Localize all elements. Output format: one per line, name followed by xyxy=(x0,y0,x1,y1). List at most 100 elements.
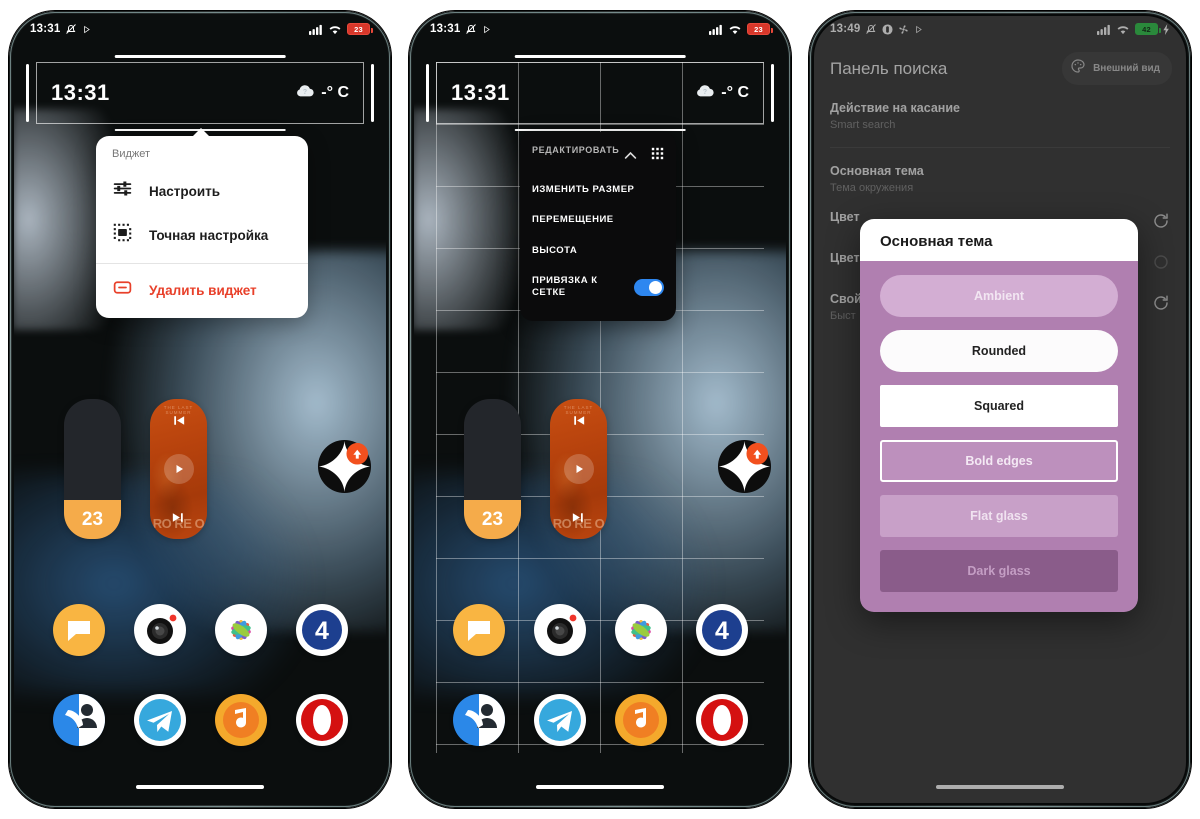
sliders-icon xyxy=(112,178,133,204)
compass-app-icon[interactable] xyxy=(317,439,372,494)
app-grid: 4 xyxy=(12,604,388,784)
svg-text:?: ? xyxy=(303,89,307,96)
theme-option-bold-edges[interactable]: Bold edges xyxy=(880,440,1118,482)
gallery-icon[interactable] xyxy=(214,604,267,656)
theme-option-squared[interactable]: Squared xyxy=(880,385,1118,427)
music-player-widget[interactable]: THE LAST SUMMER RO RE O xyxy=(550,399,607,539)
menu-item-configure[interactable]: Настроить xyxy=(96,169,308,213)
phone-2: 13:31 23 13:31 ? -° C 23 THE LAST SUMMER… xyxy=(400,0,800,819)
play-icon[interactable] xyxy=(163,453,194,484)
edit-menu-item-move[interactable]: ПЕРЕМЕЩЕНИЕ xyxy=(520,205,676,235)
theme-dialog[interactable]: Основная тема Ambient Rounded Squared Bo… xyxy=(860,219,1138,612)
menu-item-delete-widget[interactable]: Удалить виджет xyxy=(96,264,308,318)
phone-3-bezel: 13:49 42 Панель поиска Внешний вид Дейст… xyxy=(809,11,1191,808)
edit-menu-item-resize[interactable]: ИЗМЕНИТЬ РАЗМЕР xyxy=(520,175,676,205)
music-player-widget[interactable]: THE LAST SUMMER RO RE O xyxy=(150,399,207,539)
skip-next-icon[interactable] xyxy=(570,509,587,526)
music-icon[interactable] xyxy=(614,694,667,746)
edit-menu-item-label: ВЫСОТА xyxy=(532,244,578,256)
battery-level-value: 23 xyxy=(464,500,521,539)
minus-box-icon xyxy=(112,277,133,303)
messages-icon[interactable] xyxy=(452,604,505,656)
screenshot-root: 13:31 23 13:31 ? -° C 23 THE LAST SUMMER… xyxy=(0,0,1200,819)
camera-icon[interactable] xyxy=(533,604,586,656)
camera-icon[interactable] xyxy=(133,604,186,656)
messages-icon[interactable] xyxy=(52,604,105,656)
status-bar: 13:31 23 xyxy=(12,14,388,44)
widget-context-menu[interactable]: Виджет Настроить Точная настройка Удалит… xyxy=(96,128,308,318)
edit-menu-item-label: ИЗМЕНИТЬ РАЗМЕР xyxy=(532,184,635,195)
mute-icon xyxy=(65,23,77,35)
edit-menu-item-height[interactable]: ВЫСОТА xyxy=(520,236,676,266)
widget-edit-menu[interactable]: РЕДАКТИРОВАТЬ ИЗМЕНИТЬ РАЗМЕР ПЕРЕМЕЩЕНИ… xyxy=(520,132,676,321)
battery-level-widget[interactable]: 23 xyxy=(64,399,121,539)
skip-previous-icon[interactable] xyxy=(570,412,587,429)
phone-3: 13:49 42 Панель поиска Внешний вид Дейст… xyxy=(800,0,1200,819)
contacts-icon[interactable] xyxy=(452,694,505,746)
popup-title: Виджет xyxy=(112,148,151,160)
settings-screen: 13:49 42 Панель поиска Внешний вид Дейст… xyxy=(812,14,1188,805)
widget-bottom-line xyxy=(514,128,686,131)
phone-3-screen: 13:49 42 Панель поиска Внешний вид Дейст… xyxy=(812,14,1188,805)
mute-icon xyxy=(465,23,477,35)
battery-level-widget[interactable]: 23 xyxy=(464,399,521,539)
skip-previous-icon[interactable] xyxy=(170,412,187,429)
status-bar: 13:31 23 xyxy=(412,14,788,44)
phone-2-bezel: 13:31 23 13:31 ? -° C 23 THE LAST SUMMER… xyxy=(409,11,791,808)
grid-dots-icon[interactable] xyxy=(651,147,664,165)
home-widgets: 23 THE LAST SUMMER RO RE O xyxy=(12,399,388,559)
play-icon[interactable] xyxy=(563,453,594,484)
menu-item-label: Точная настройка xyxy=(149,227,269,243)
theme-option-rounded[interactable]: Rounded xyxy=(880,330,1118,372)
music-icon[interactable] xyxy=(214,694,267,746)
snap-to-grid-toggle[interactable] xyxy=(634,278,664,296)
widget-temperature: -° C xyxy=(721,84,749,101)
signal-icon xyxy=(709,24,723,35)
phone-1-bezel: 13:31 23 13:31 ? -° C 23 THE LAST SUMMER… xyxy=(9,11,391,808)
wifi-icon xyxy=(328,24,342,35)
signal-icon xyxy=(309,24,323,35)
gallery-icon[interactable] xyxy=(614,604,667,656)
opera-icon[interactable] xyxy=(695,694,748,746)
opera-icon[interactable] xyxy=(295,694,348,746)
app-row-1: 4 xyxy=(412,604,788,656)
cloud-question-icon: ? xyxy=(695,84,715,103)
theme-option-ambient[interactable]: Ambient xyxy=(880,275,1118,317)
edit-menu-title: РЕДАКТИРОВАТЬ xyxy=(532,145,620,155)
menu-item-fine-tune[interactable]: Точная настройка xyxy=(96,213,308,257)
edit-menu-item-label: ПРИВЯЗКА К СЕТКЕ xyxy=(532,275,598,299)
menu-item-label: Настроить xyxy=(149,183,221,199)
four-app-icon[interactable]: 4 xyxy=(695,604,748,656)
widget-top-line xyxy=(114,55,286,58)
widget-left-bar xyxy=(26,64,29,122)
home-indicator[interactable] xyxy=(536,785,664,789)
home-indicator[interactable] xyxy=(136,785,264,789)
battery-level-value: 23 xyxy=(64,500,121,539)
wifi-icon xyxy=(728,24,742,35)
telegram-icon[interactable] xyxy=(133,694,186,746)
edit-menu-item-snap-to-grid[interactable]: ПРИВЯЗКА К СЕТКЕ xyxy=(520,266,676,309)
widget-right-bar xyxy=(371,64,374,122)
clock-weather-widget[interactable]: 13:31 ? -° C xyxy=(26,55,374,131)
battery-icon: 23 xyxy=(347,23,374,35)
status-time: 13:31 xyxy=(430,23,461,35)
widget-top-line xyxy=(514,55,686,58)
phone-2-screen: 13:31 23 13:31 ? -° C 23 THE LAST SUMMER… xyxy=(412,14,788,805)
app-grid: 4 xyxy=(412,604,788,784)
theme-option-dark-glass[interactable]: Dark glass xyxy=(880,550,1118,592)
skip-next-icon[interactable] xyxy=(170,509,187,526)
contacts-icon[interactable] xyxy=(52,694,105,746)
chevron-up-icon[interactable] xyxy=(624,147,637,165)
svg-text:?: ? xyxy=(703,89,707,96)
theme-dialog-header: Основная тема xyxy=(860,219,1138,261)
cloud-question-icon: ? xyxy=(295,84,315,103)
theme-option-flat-glass[interactable]: Flat glass xyxy=(880,495,1118,537)
theme-dialog-title: Основная тема xyxy=(880,233,993,250)
widget-clock: 13:31 xyxy=(51,80,110,105)
menu-item-label: Удалить виджет xyxy=(149,282,257,298)
telegram-icon[interactable] xyxy=(533,694,586,746)
widget-clock: 13:31 xyxy=(451,80,510,105)
clock-weather-widget[interactable]: 13:31 ? -° C xyxy=(426,55,774,131)
compass-app-icon[interactable] xyxy=(717,439,772,494)
four-app-icon[interactable]: 4 xyxy=(295,604,348,656)
